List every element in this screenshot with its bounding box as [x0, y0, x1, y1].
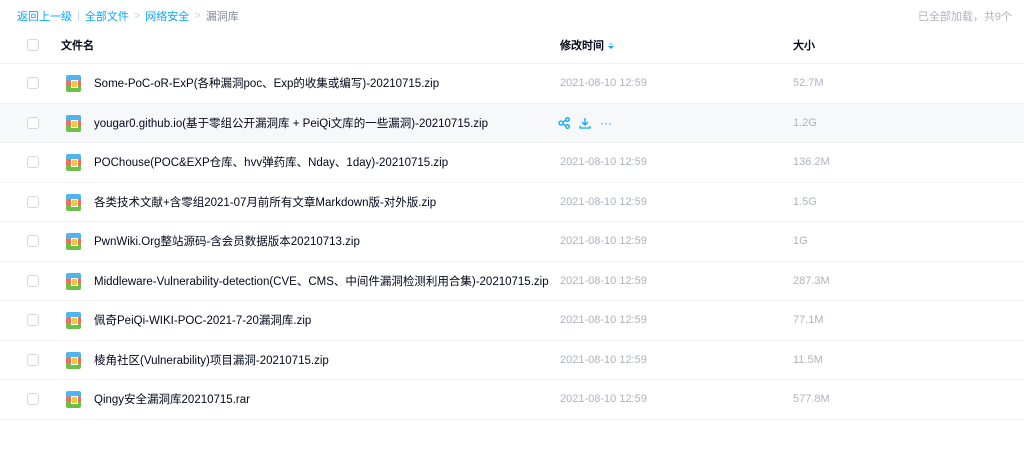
- file-size: 577.8M: [793, 393, 830, 406]
- file-size: 52.7M: [793, 77, 824, 90]
- zip-file-icon: [66, 233, 81, 250]
- zip-file-icon: [66, 391, 81, 408]
- table-row[interactable]: Middleware-Vulnerability-detection(CVE、C…: [0, 262, 1024, 301]
- table-row[interactable]: POChouse(POC&EXP仓库、hvv弹药库、Nday、1day)-202…: [0, 143, 1024, 183]
- zip-file-icon: [66, 75, 81, 92]
- column-modified[interactable]: 修改时间: [560, 37, 614, 53]
- zip-file-icon: [66, 114, 81, 132]
- select-all-checkbox[interactable]: [27, 39, 39, 51]
- more-icon[interactable]: ···: [600, 116, 612, 130]
- table-row[interactable]: 各类技术文献+含零组2021-07月前所有文章Markdown版-对外版.zip…: [0, 183, 1024, 222]
- divider: |: [77, 10, 80, 22]
- modified-time: 2021-08-10 12:59: [560, 195, 647, 208]
- table-row[interactable]: Qingy安全漏洞库20210715.rar 2021-08-10 12:59 …: [0, 380, 1024, 420]
- modified-time: 2021-08-10 12:59: [560, 353, 647, 366]
- row-checkbox[interactable]: [27, 195, 39, 208]
- back-link[interactable]: 返回上一级: [17, 8, 72, 24]
- file-name[interactable]: 棱角社区(Vulnerability)项目漏洞-20210715.zip: [94, 352, 329, 368]
- row-actions: ···: [558, 116, 612, 130]
- modified-time: 2021-08-10 12:59: [560, 393, 647, 406]
- row-checkbox[interactable]: [27, 393, 39, 405]
- modified-time: 2021-08-10 12:59: [560, 77, 647, 90]
- file-name[interactable]: Qingy安全漏洞库20210715.rar: [94, 391, 250, 407]
- file-size: 1.5G: [793, 195, 817, 208]
- table-row[interactable]: 棱角社区(Vulnerability)项目漏洞-20210715.zip 202…: [0, 341, 1024, 380]
- row-checkbox[interactable]: [27, 116, 39, 129]
- modified-time: 2021-08-10 12:59: [560, 156, 647, 169]
- file-name[interactable]: 佩奇PeiQi-WIKI-POC-2021-7-20漏洞库.zip: [94, 312, 311, 328]
- row-checkbox[interactable]: [27, 235, 39, 247]
- zip-file-icon: [66, 193, 81, 211]
- download-icon[interactable]: [579, 117, 591, 129]
- row-checkbox[interactable]: [27, 156, 39, 168]
- file-name[interactable]: 各类技术文献+含零组2021-07月前所有文章Markdown版-对外版.zip: [94, 194, 436, 210]
- modified-time: 2021-08-10 12:59: [560, 274, 647, 287]
- column-modified-label: 修改时间: [560, 40, 604, 52]
- zip-file-icon: [66, 272, 81, 290]
- zip-file-icon: [66, 312, 81, 329]
- row-checkbox[interactable]: [27, 274, 39, 287]
- share-icon[interactable]: [558, 116, 570, 129]
- file-name[interactable]: PwnWiki.Org整站源码-含会员数据版本20210713.zip: [94, 233, 360, 249]
- file-size: 11.5M: [793, 353, 823, 366]
- file-size: 136.2M: [793, 156, 830, 169]
- zip-file-icon: [66, 154, 81, 171]
- file-size: 77.1M: [793, 314, 824, 327]
- modified-time: 2021-08-10 12:59: [560, 314, 647, 327]
- row-checkbox[interactable]: [27, 77, 39, 89]
- column-name[interactable]: 文件名: [61, 37, 94, 53]
- table-row[interactable]: Some-PoC-oR-ExP(各种漏洞poc、Exp的收集或编写)-20210…: [0, 64, 1024, 104]
- file-name[interactable]: Some-PoC-oR-ExP(各种漏洞poc、Exp的收集或编写)-20210…: [94, 75, 439, 91]
- breadcrumb: 返回上一级 | 全部文件 > 网络安全 > 漏洞库: [17, 8, 239, 24]
- file-name[interactable]: Middleware-Vulnerability-detection(CVE、C…: [94, 273, 549, 289]
- breadcrumb-current: 漏洞库: [205, 11, 239, 23]
- modified-time: 2021-08-10 12:59: [560, 235, 647, 248]
- file-size: 1.2G: [793, 116, 817, 129]
- file-name[interactable]: POChouse(POC&EXP仓库、hvv弹药库、Nday、1day)-202…: [94, 154, 448, 170]
- chevron-right-icon: >: [194, 10, 201, 22]
- breadcrumb-all-files[interactable]: 全部文件: [85, 8, 129, 24]
- table-row[interactable]: 佩奇PeiQi-WIKI-POC-2021-7-20漏洞库.zip 2021-0…: [0, 301, 1024, 341]
- column-size[interactable]: 大小: [793, 37, 815, 53]
- table-header: 文件名 修改时间 大小: [0, 27, 1024, 64]
- load-status: 已全部加载，共9个: [917, 11, 1012, 23]
- zip-file-icon: [66, 351, 81, 369]
- row-checkbox[interactable]: [27, 353, 39, 366]
- file-size: 1G: [793, 235, 808, 248]
- row-checkbox[interactable]: [27, 314, 39, 326]
- chevron-right-icon: >: [133, 10, 141, 22]
- file-size: 287.3M: [793, 274, 830, 287]
- file-list: Some-PoC-oR-ExP(各种漏洞poc、Exp的收集或编写)-20210…: [0, 64, 1024, 420]
- file-name[interactable]: yougar0.github.io(基于零组公开漏洞库 + PeiQi文库的一些…: [94, 115, 488, 131]
- sort-icon[interactable]: [608, 41, 614, 49]
- table-row[interactable]: PwnWiki.Org整站源码-含会员数据版本20210713.zip 2021…: [0, 222, 1024, 262]
- table-row[interactable]: yougar0.github.io(基于零组公开漏洞库 + PeiQi文库的一些…: [0, 103, 1024, 143]
- breadcrumb-network-security[interactable]: 网络安全: [145, 8, 189, 24]
